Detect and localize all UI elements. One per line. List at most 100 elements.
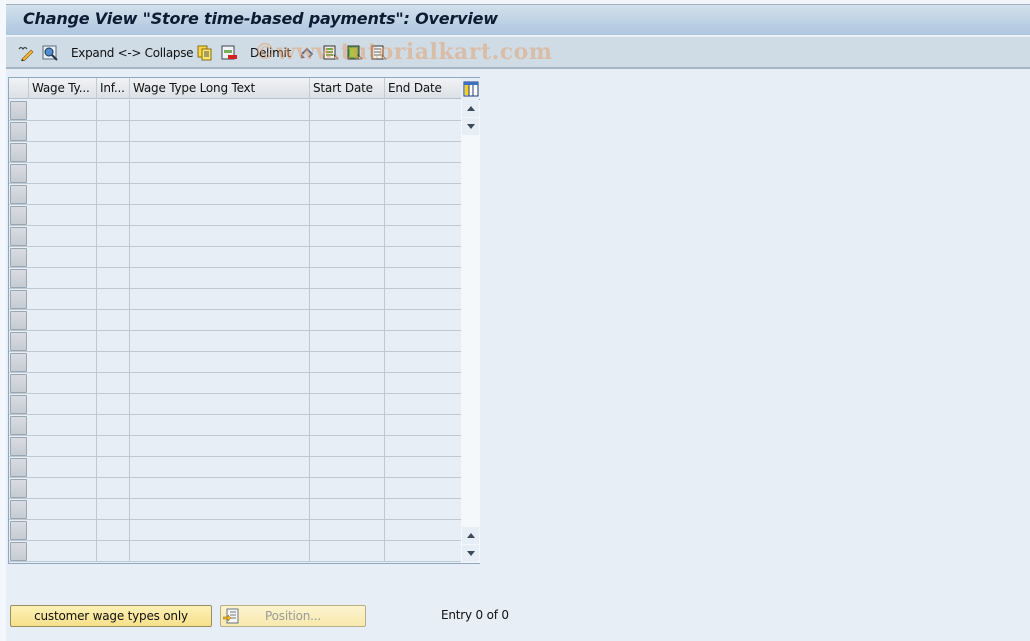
table-cell-end-date[interactable] (385, 100, 461, 121)
table-cell-long-text[interactable] (130, 205, 310, 226)
table-cell-long-text[interactable] (130, 457, 310, 478)
table-cell-start-date[interactable] (310, 415, 385, 436)
table-cell-infotype[interactable] (97, 541, 130, 562)
table-cell-infotype[interactable] (97, 289, 130, 310)
table-cell-wage-type[interactable] (29, 373, 97, 394)
table-cell-wage-type[interactable] (29, 247, 97, 268)
table-cell-start-date[interactable] (310, 457, 385, 478)
table-cell-wage-type[interactable] (29, 142, 97, 163)
scroll-page-up-button[interactable] (462, 527, 479, 544)
table-cell-long-text[interactable] (130, 331, 310, 352)
row-selector[interactable] (10, 227, 27, 246)
table-cell-start-date[interactable] (310, 352, 385, 373)
row-selector[interactable] (10, 458, 27, 477)
position-button[interactable]: Position... (220, 605, 366, 627)
table-cell-infotype[interactable] (97, 205, 130, 226)
table-cell-wage-type[interactable] (29, 352, 97, 373)
table-cell-infotype[interactable] (97, 184, 130, 205)
row-selector[interactable] (10, 311, 27, 330)
table-cell-long-text[interactable] (130, 310, 310, 331)
table-cell-infotype[interactable] (97, 457, 130, 478)
select-all-rows-header[interactable] (9, 78, 29, 99)
table-cell-wage-type[interactable] (29, 268, 97, 289)
select-block-button[interactable] (347, 43, 363, 63)
table-settings-button[interactable] (461, 78, 480, 99)
table-cell-end-date[interactable] (385, 415, 461, 436)
row-selector[interactable] (10, 395, 27, 414)
table-cell-infotype[interactable] (97, 394, 130, 415)
table-cell-end-date[interactable] (385, 520, 461, 541)
table-cell-wage-type[interactable] (29, 415, 97, 436)
table-cell-start-date[interactable] (310, 289, 385, 310)
table-cell-long-text[interactable] (130, 394, 310, 415)
table-cell-infotype[interactable] (97, 310, 130, 331)
table-cell-wage-type[interactable] (29, 100, 97, 121)
table-cell-long-text[interactable] (130, 184, 310, 205)
table-cell-long-text[interactable] (130, 226, 310, 247)
table-cell-infotype[interactable] (97, 226, 130, 247)
table-cell-start-date[interactable] (310, 247, 385, 268)
table-cell-wage-type[interactable] (29, 121, 97, 142)
table-cell-long-text[interactable] (130, 478, 310, 499)
table-cell-end-date[interactable] (385, 121, 461, 142)
table-cell-end-date[interactable] (385, 289, 461, 310)
table-cell-end-date[interactable] (385, 268, 461, 289)
table-cell-infotype[interactable] (97, 100, 130, 121)
table-cell-wage-type[interactable] (29, 394, 97, 415)
table-cell-infotype[interactable] (97, 268, 130, 289)
table-cell-start-date[interactable] (310, 268, 385, 289)
row-selector[interactable] (10, 206, 27, 225)
row-selector[interactable] (10, 353, 27, 372)
table-cell-start-date[interactable] (310, 394, 385, 415)
vertical-scrollbar[interactable] (461, 100, 480, 563)
table-cell-wage-type[interactable] (29, 310, 97, 331)
change-display-button[interactable] (18, 43, 34, 63)
table-cell-long-text[interactable] (130, 436, 310, 457)
table-cell-end-date[interactable] (385, 499, 461, 520)
column-header-wage-type[interactable]: Wage Ty... (29, 78, 97, 99)
row-selector[interactable] (10, 185, 27, 204)
table-cell-end-date[interactable] (385, 310, 461, 331)
row-selector[interactable] (10, 248, 27, 267)
column-header-long-text[interactable]: Wage Type Long Text (130, 78, 310, 99)
row-selector[interactable] (10, 290, 27, 309)
expand-collapse-button[interactable]: Expand <-> Collapse (71, 43, 194, 63)
table-cell-end-date[interactable] (385, 394, 461, 415)
table-cell-long-text[interactable] (130, 142, 310, 163)
table-cell-infotype[interactable] (97, 436, 130, 457)
table-cell-start-date[interactable] (310, 310, 385, 331)
table-cell-wage-type[interactable] (29, 478, 97, 499)
delimit-button[interactable]: Delimit (250, 43, 291, 63)
table-cell-infotype[interactable] (97, 331, 130, 352)
table-cell-long-text[interactable] (130, 415, 310, 436)
table-cell-long-text[interactable] (130, 373, 310, 394)
undo-change-button[interactable] (300, 43, 316, 63)
table-cell-end-date[interactable] (385, 352, 461, 373)
row-selector[interactable] (10, 143, 27, 162)
table-cell-start-date[interactable] (310, 499, 385, 520)
table-cell-long-text[interactable] (130, 163, 310, 184)
table-cell-start-date[interactable] (310, 205, 385, 226)
table-cell-start-date[interactable] (310, 163, 385, 184)
table-cell-infotype[interactable] (97, 352, 130, 373)
table-cell-wage-type[interactable] (29, 436, 97, 457)
table-cell-infotype[interactable] (97, 142, 130, 163)
table-cell-infotype[interactable] (97, 415, 130, 436)
table-cell-long-text[interactable] (130, 100, 310, 121)
select-all-button[interactable] (323, 43, 339, 63)
customer-wage-types-only-button[interactable]: customer wage types only (10, 605, 212, 627)
row-selector[interactable] (10, 122, 27, 141)
table-cell-long-text[interactable] (130, 268, 310, 289)
table-cell-wage-type[interactable] (29, 499, 97, 520)
table-cell-wage-type[interactable] (29, 541, 97, 562)
row-selector[interactable] (10, 479, 27, 498)
table-cell-end-date[interactable] (385, 541, 461, 562)
column-header-start-date[interactable]: Start Date (310, 78, 385, 99)
table-cell-start-date[interactable] (310, 478, 385, 499)
table-cell-end-date[interactable] (385, 163, 461, 184)
row-selector[interactable] (10, 164, 27, 183)
table-cell-start-date[interactable] (310, 100, 385, 121)
table-cell-infotype[interactable] (97, 499, 130, 520)
delete-button[interactable] (221, 43, 237, 63)
table-cell-long-text[interactable] (130, 247, 310, 268)
